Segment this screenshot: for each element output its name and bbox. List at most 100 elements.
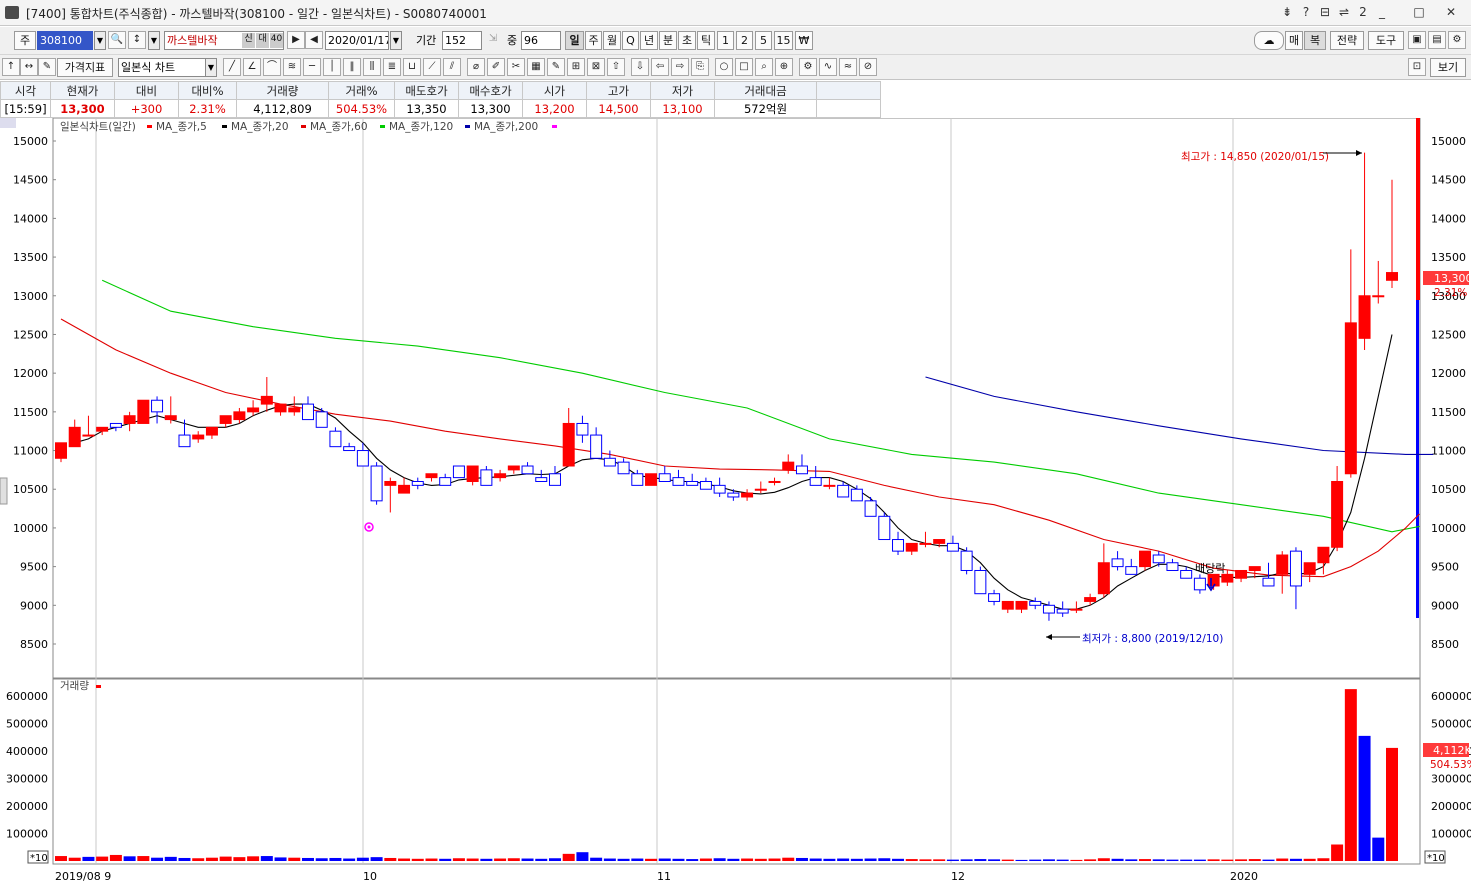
interval-tab[interactable]: 15	[774, 31, 793, 50]
sort-icon[interactable]: ↕	[128, 31, 146, 49]
chart-type-dropdown-icon[interactable]: ▼	[205, 58, 217, 77]
group-icon[interactable]: 2	[1354, 4, 1372, 21]
sort-dropdown-icon[interactable]: ▼	[148, 31, 160, 50]
edit-icon[interactable]: ✎	[38, 58, 56, 76]
draw-tool-icon[interactable]: ─	[303, 58, 321, 76]
tab-buy[interactable]: 매	[1285, 31, 1303, 50]
folder-icon[interactable]: ⊡	[1408, 58, 1426, 76]
settings-icon[interactable]: ⚙	[1448, 31, 1466, 49]
draw-tool-icon[interactable]: ⊞	[567, 58, 585, 76]
volume-bar	[1056, 859, 1069, 861]
volume-bar	[905, 859, 918, 861]
draw-tool-icon[interactable]: ≋	[283, 58, 301, 76]
candle-body	[260, 395, 273, 405]
interval-tab[interactable]: 5	[755, 31, 772, 50]
tab-strategy[interactable]: 전략	[1330, 31, 1364, 50]
draw-tool-icon[interactable]: ⇨	[671, 58, 689, 76]
indicator-button[interactable]: 가격지표	[57, 58, 113, 77]
price-chart[interactable]: 15000 15000 14500 14500 14000 14000 13500 13500…	[0, 118, 1471, 885]
draw-tool-icon[interactable]: ∿	[819, 58, 837, 76]
layout-icon[interactable]: ⊟	[1316, 4, 1334, 21]
draw-tool-icon[interactable]: ⊘	[859, 58, 877, 76]
draw-tool-icon[interactable]: ⊠	[587, 58, 605, 76]
draw-tool-icon[interactable]: ⚙	[799, 58, 817, 76]
view-button[interactable]: 보기	[1430, 58, 1466, 77]
draw-tool-icon[interactable]: ✐	[487, 58, 505, 76]
zoom-icon[interactable]: ⇲	[484, 31, 502, 49]
date-dropdown-icon[interactable]: ▼	[390, 31, 402, 50]
price-tick-left: 10500	[13, 483, 48, 496]
volume-bar	[247, 856, 260, 861]
maximize-icon[interactable]: □	[1410, 4, 1428, 21]
window-icon[interactable]: ▣	[1408, 31, 1426, 49]
candle-body	[1097, 562, 1110, 595]
interval-tab[interactable]: 1	[717, 31, 734, 50]
up-arrow-icon[interactable]: ↑	[2, 58, 20, 76]
draw-tool-icon[interactable]: ≈	[839, 58, 857, 76]
quote-change: +300	[114, 99, 179, 118]
range-bar-up	[1416, 118, 1420, 300]
draw-tool-icon[interactable]: ⇩	[631, 58, 649, 76]
interval-tab[interactable]: 2	[736, 31, 753, 50]
draw-tool-icon[interactable]: │	[323, 58, 341, 76]
draw-tool-icon[interactable]: ▦	[527, 58, 545, 76]
interval-tab[interactable]: 틱	[697, 31, 715, 50]
chart-type-select[interactable]: 일본식 차트	[118, 58, 206, 77]
interval-tab[interactable]: 년	[640, 31, 658, 50]
interval-tab[interactable]: 분	[659, 31, 677, 50]
interval-tab[interactable]: 일	[565, 31, 584, 50]
interval-tab[interactable]: 초	[678, 31, 696, 50]
draw-tool-icon[interactable]: ⊕	[775, 58, 793, 76]
volume-bar	[151, 857, 164, 861]
draw-tool-icon[interactable]: ⟋	[423, 58, 441, 76]
draw-tool-icon[interactable]: ○	[715, 58, 733, 76]
tab-compound[interactable]: 복	[1304, 31, 1326, 50]
draw-tool-icon[interactable]: ⊔	[403, 58, 421, 76]
volume-bar	[233, 857, 246, 861]
draw-tool-icon[interactable]: ⇧	[607, 58, 625, 76]
interval-tab[interactable]: 월	[603, 31, 621, 50]
draw-tool-icon[interactable]: ⎘	[691, 58, 709, 76]
middle-input[interactable]: 96	[521, 31, 561, 50]
draw-tool-icon[interactable]: ∠	[243, 58, 261, 76]
draw-tool-icon[interactable]: ⌕	[755, 58, 773, 76]
next-icon[interactable]: ▶	[287, 31, 305, 49]
draw-tool-icon[interactable]: ⫽	[443, 58, 461, 76]
draw-tool-icon[interactable]: ⫼	[363, 58, 381, 76]
cloud-icon[interactable]: ☁	[1254, 31, 1284, 50]
draw-tool-icon[interactable]: ✂	[507, 58, 525, 76]
pin-icon[interactable]: ⇟	[1278, 4, 1296, 21]
draw-tool-icon[interactable]: □	[735, 58, 753, 76]
draw-tool-icon[interactable]: ⌒	[263, 58, 281, 76]
prev-icon[interactable]: ◀	[305, 31, 323, 49]
search-icon[interactable]: 🔍	[108, 31, 126, 49]
market-select[interactable]: 주	[14, 31, 36, 50]
period-input[interactable]: 152	[442, 31, 482, 50]
expand-icon[interactable]: ↔	[20, 58, 38, 76]
quote-header: 고가	[586, 81, 651, 100]
volume-bar	[521, 858, 534, 861]
interval-tab[interactable]: Q	[622, 31, 639, 50]
draw-tool-icon[interactable]: ✎	[547, 58, 565, 76]
price-tick-right: 15000	[1431, 135, 1466, 148]
close-icon[interactable]: ✕	[1442, 4, 1460, 21]
save-icon[interactable]: ▤	[1428, 31, 1446, 49]
help-icon[interactable]: ?	[1297, 4, 1315, 21]
draw-tool-icon[interactable]: ╱	[223, 58, 241, 76]
draw-tool-icon[interactable]: ⇦	[651, 58, 669, 76]
tab-tools[interactable]: 도구	[1368, 31, 1404, 50]
draw-tool-icon[interactable]: ≣	[383, 58, 401, 76]
toolbar-drawing: ↑ ↔ ✎ 가격지표 일본식 차트 ▼ ╱ ∠ ⌒ ≋ ─ │ ‖ ⫼ ≣ ⊔ ⟋ ⫽ ⌀ ✐ ✂ ▦ ✎ ⊞ ⊠ ⇧…	[0, 55, 1471, 80]
draw-tool-icon[interactable]: ⌀	[467, 58, 485, 76]
minimize-icon[interactable]: _	[1373, 4, 1391, 21]
code-dropdown-icon[interactable]: ▼	[94, 31, 106, 50]
link-icon[interactable]: ⇌	[1335, 4, 1353, 21]
price-tick-right: 11500	[1431, 406, 1466, 419]
legend-price: 일본식차트(일간)	[60, 120, 136, 133]
draw-tool-icon[interactable]: ‖	[343, 58, 361, 76]
interval-tab[interactable]: 주	[585, 31, 602, 50]
date-input[interactable]: 2020/01/17	[325, 31, 389, 50]
dividend-annotation: 배당락	[1195, 562, 1225, 575]
interval-tab[interactable]: ₩	[795, 31, 813, 50]
code-input[interactable]: 308100	[37, 31, 93, 50]
